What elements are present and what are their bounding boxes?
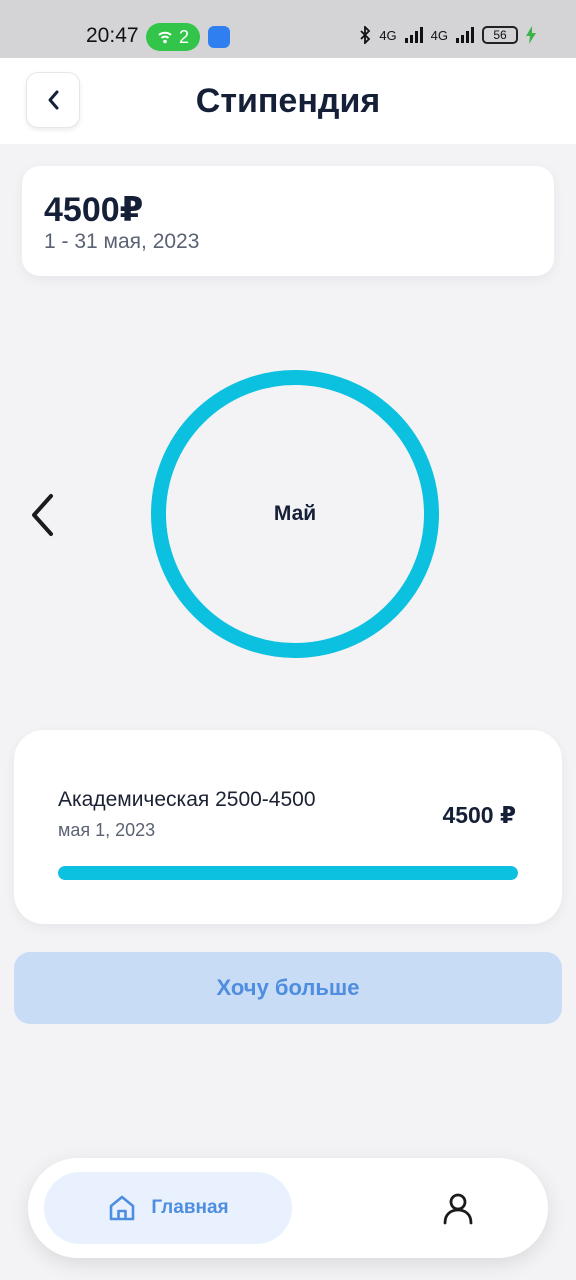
network-type-1: 4G	[379, 27, 397, 43]
scholarship-date: мая 1, 2023	[58, 820, 156, 840]
scholarship-amount: 4500 ₽	[442, 802, 516, 828]
app-notification-icon	[208, 26, 230, 48]
status-time: 20:47	[86, 24, 139, 47]
bluetooth-icon	[360, 26, 371, 44]
chevron-left-icon	[32, 494, 53, 536]
want-more-button[interactable]: Хочу больше	[14, 952, 562, 1024]
month-ring[interactable]: Май	[151, 370, 439, 658]
status-bar: 20:47 2 4G 4G 56	[0, 0, 576, 58]
scholarship-progress-bar	[58, 866, 518, 880]
scholarship-name: Академическая 2500-4500	[58, 788, 316, 811]
home-icon	[110, 1195, 135, 1221]
battery-icon: 56	[482, 26, 518, 44]
hotspot-count: 2	[178, 26, 189, 47]
bottom-nav: Главная	[28, 1158, 548, 1258]
nav-profile-tab[interactable]	[438, 1188, 478, 1228]
battery-level: 56	[493, 28, 507, 42]
user-icon	[443, 1193, 473, 1225]
hotspot-badge: 2	[146, 23, 200, 51]
summary-card: 4500₽ 1 - 31 мая, 2023	[22, 166, 554, 276]
signal-icon	[404, 27, 423, 43]
page-title: Стипендия	[195, 82, 381, 120]
nav-home-tab[interactable]: Главная	[44, 1172, 292, 1244]
network-type-2: 4G	[430, 27, 448, 43]
nav-home-label: Главная	[151, 1197, 229, 1218]
status-icons: 4G 4G 56	[359, 26, 536, 44]
app-header: Стипендия	[0, 58, 576, 144]
summary-amount: 4500₽	[44, 191, 144, 229]
scholarship-card[interactable]: Академическая 2500-4500 мая 1, 2023 4500…	[14, 730, 562, 924]
previous-month-button[interactable]	[20, 488, 64, 542]
month-label: Май	[273, 502, 317, 525]
charging-icon	[526, 26, 536, 44]
signal-icon	[456, 27, 474, 43]
scholarship-progress-fill	[58, 866, 518, 880]
wifi-icon	[158, 31, 172, 44]
summary-period: 1 - 31 мая, 2023	[44, 230, 200, 253]
